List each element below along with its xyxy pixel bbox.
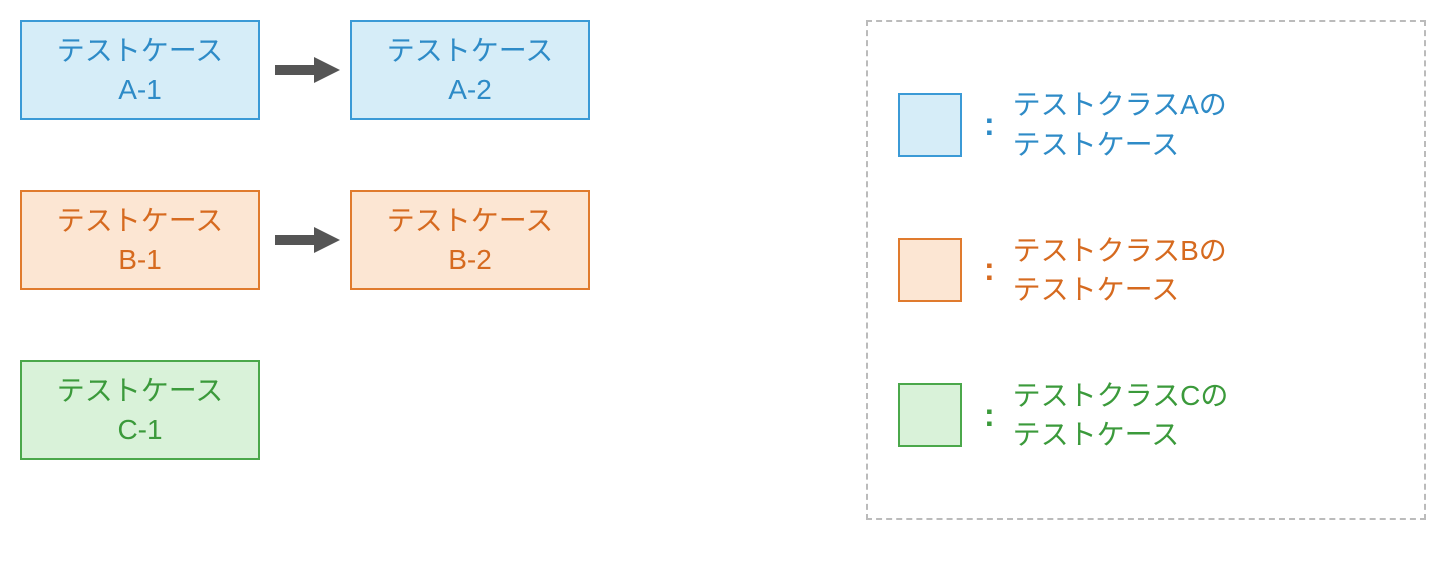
legend-swatch-a (898, 93, 962, 157)
legend-label-line1: テストクラスCの (1013, 376, 1229, 415)
legend-swatch-c (898, 383, 962, 447)
arrow-icon (260, 190, 350, 290)
legend-label-line2: テストケース (1013, 415, 1229, 454)
legend-colon: : (984, 397, 995, 434)
legend-label-line2: テストケース (1013, 125, 1227, 164)
test-case-b1: テストケース B-1 (20, 190, 260, 290)
legend-label-a: テストクラスAの テストケース (1013, 85, 1227, 163)
legend-label-line1: テストクラスAの (1013, 85, 1227, 124)
legend-box: : テストクラスAの テストケース : テストクラスBの テストケース : テス… (866, 20, 1426, 520)
node-label-line1: テストケース (387, 31, 554, 70)
node-label-line2: A-2 (448, 70, 492, 109)
node-label-line2: B-2 (448, 240, 492, 279)
legend-item-c: : テストクラスCの テストケース (898, 376, 1394, 454)
arrow-icon (260, 20, 350, 120)
node-label-line1: テストケース (57, 31, 224, 70)
test-case-a1: テストケース A-1 (20, 20, 260, 120)
node-label-line2: A-1 (118, 70, 162, 109)
test-row-c: テストケース C-1 (20, 360, 590, 460)
test-case-b2: テストケース B-2 (350, 190, 590, 290)
legend-label-c: テストクラスCの テストケース (1013, 376, 1229, 454)
test-case-c1: テストケース C-1 (20, 360, 260, 460)
node-label-line1: テストケース (387, 201, 554, 240)
legend-swatch-b (898, 238, 962, 302)
test-row-b: テストケース B-1 テストケース B-2 (20, 190, 590, 290)
node-label-line1: テストケース (57, 371, 224, 410)
legend-label-line2: テストケース (1013, 270, 1227, 309)
legend-colon: : (984, 251, 995, 288)
legend-label-line1: テストクラスBの (1013, 231, 1227, 270)
diagram-area: テストケース A-1 テストケース A-2 テストケース B-1 テストケース (20, 20, 590, 460)
legend-label-b: テストクラスBの テストケース (1013, 231, 1227, 309)
legend-item-a: : テストクラスAの テストケース (898, 85, 1394, 163)
node-label-line2: B-1 (118, 240, 162, 279)
legend-item-b: : テストクラスBの テストケース (898, 231, 1394, 309)
node-label-line2: C-1 (117, 410, 162, 449)
node-label-line1: テストケース (57, 201, 224, 240)
test-case-a2: テストケース A-2 (350, 20, 590, 120)
legend-colon: : (984, 106, 995, 143)
test-row-a: テストケース A-1 テストケース A-2 (20, 20, 590, 120)
